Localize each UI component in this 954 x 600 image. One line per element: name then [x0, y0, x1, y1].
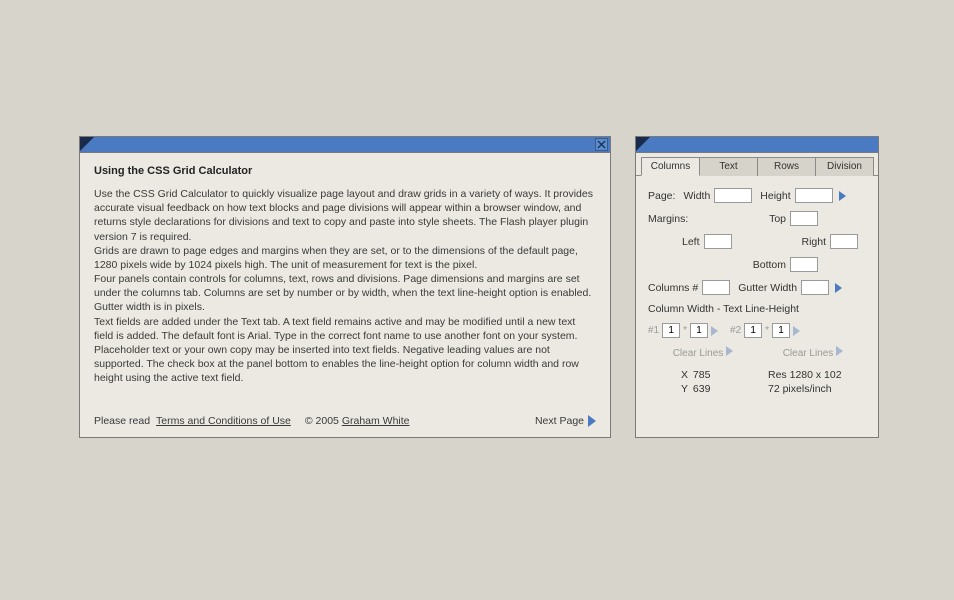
controls-titlebar [636, 137, 878, 153]
page-row: Page: Width Height [648, 188, 868, 203]
x-label: X [668, 369, 688, 381]
gutter-width-label: Gutter Width [738, 282, 797, 294]
help-paragraph-1: Use the CSS Grid Calculator to quickly v… [94, 187, 596, 244]
page-apply-button[interactable] [839, 191, 846, 201]
help-titlebar [80, 137, 610, 153]
x-value: 785 [693, 369, 711, 381]
left-label: Left [682, 236, 700, 248]
hash1-label: #1 [648, 325, 659, 336]
margin-right-input[interactable] [830, 234, 858, 249]
columns-apply-button[interactable] [835, 283, 842, 293]
lh2-a-input[interactable] [744, 323, 762, 338]
height-label: Height [760, 190, 790, 202]
help-paragraph-3: Four panels contain controls for columns… [94, 272, 596, 315]
margin-left-input[interactable] [704, 234, 732, 249]
ppi-value: 72 pixels/inch [768, 383, 868, 395]
clear-lines-2-button[interactable]: Clear Lines [783, 346, 844, 359]
help-panel: Using the CSS Grid Calculator Use the CS… [79, 136, 611, 438]
stats-row: X 785 Y 639 Res 1280 x 102 72 pixels/inc… [648, 369, 868, 397]
tab-rows[interactable]: Rows [757, 157, 816, 176]
copyright-label: © 2005 Graham White [305, 415, 410, 427]
tab-text[interactable]: Text [699, 157, 758, 176]
top-label: Top [769, 213, 786, 225]
page-label: Page: [648, 190, 675, 202]
lh1-apply-button[interactable] [711, 326, 718, 336]
lineheight-row: #1 * #2 * [648, 323, 868, 338]
lh2-apply-button[interactable] [793, 326, 800, 336]
titlebar-corner-icon [80, 137, 94, 151]
page-height-input[interactable] [795, 188, 833, 203]
help-paragraph-2: Grids are drawn to page edges and margin… [94, 244, 596, 272]
arrow-right-icon [836, 346, 843, 356]
tabs-row: Columns Text Rows Division [636, 153, 878, 176]
please-read-label: Please read [94, 415, 150, 427]
y-label: Y [668, 383, 688, 395]
columns-row: Columns # Gutter Width [648, 280, 868, 295]
lineheight-section-title: Column Width - Text Line-Height [648, 303, 868, 315]
help-title: Using the CSS Grid Calculator [94, 165, 596, 177]
columns-num-input[interactable] [702, 280, 730, 295]
arrow-right-icon [588, 415, 596, 427]
lh1-a-input[interactable] [662, 323, 680, 338]
next-page-button[interactable]: Next Page [535, 415, 596, 427]
margins-top-row: Margins: Top [648, 211, 868, 226]
margins-label: Margins: [648, 213, 688, 225]
lh1-b-input[interactable] [690, 323, 708, 338]
res-label: Res [768, 369, 787, 381]
help-footer: Please read Terms and Conditions of Use … [94, 415, 596, 427]
hash2-label: #2 [730, 325, 741, 336]
margins-bottom-row: Bottom [648, 257, 868, 272]
gutter-width-input[interactable] [801, 280, 829, 295]
page-width-input[interactable] [714, 188, 752, 203]
bottom-label: Bottom [753, 259, 786, 271]
controls-panel: Columns Text Rows Division Page: Width H… [635, 136, 879, 438]
y-value: 639 [693, 383, 711, 395]
margin-top-input[interactable] [790, 211, 818, 226]
arrow-right-icon [726, 346, 733, 356]
width-label: Width [683, 190, 710, 202]
help-content: Using the CSS Grid Calculator Use the CS… [80, 153, 610, 385]
star-icon: * [765, 325, 769, 336]
author-link[interactable]: Graham White [342, 415, 410, 427]
tab-columns[interactable]: Columns [641, 157, 700, 176]
clear-row: Clear Lines Clear Lines [648, 346, 868, 359]
columns-num-label: Columns # [648, 282, 698, 294]
right-label: Right [801, 236, 826, 248]
star-icon: * [683, 325, 687, 336]
controls-body: Page: Width Height Margins: Top Left Rig… [636, 176, 878, 397]
clear-lines-1-button[interactable]: Clear Lines [673, 346, 734, 359]
res-value: 1280 x 102 [790, 369, 842, 381]
help-paragraph-4: Text fields are added under the Text tab… [94, 315, 596, 386]
close-button[interactable] [595, 138, 608, 151]
next-page-label: Next Page [535, 415, 584, 427]
lh2-b-input[interactable] [772, 323, 790, 338]
titlebar-corner-icon [636, 137, 650, 151]
close-icon [597, 140, 606, 149]
terms-link[interactable]: Terms and Conditions of Use [156, 415, 291, 427]
tab-division[interactable]: Division [815, 157, 874, 176]
margins-lr-row: Left Right [648, 234, 868, 249]
margin-bottom-input[interactable] [790, 257, 818, 272]
